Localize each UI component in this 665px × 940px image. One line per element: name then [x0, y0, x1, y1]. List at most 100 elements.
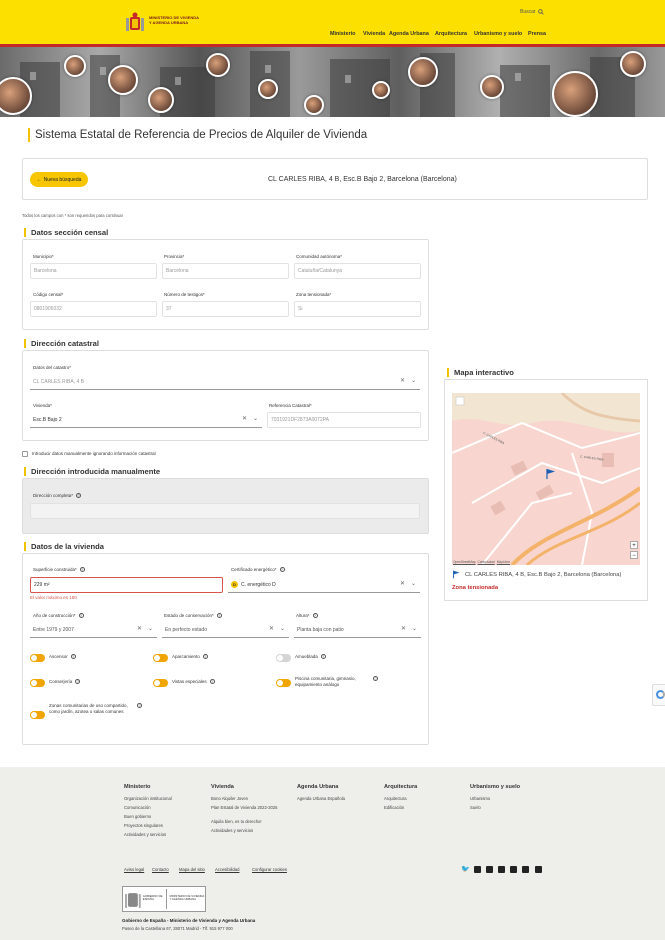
help-icon[interactable]: ? [312, 613, 318, 618]
new-search-button[interactable]: ← Nueva búsqueda [30, 172, 88, 187]
footer-link-accesibilidad[interactable]: Accesibilidad [215, 867, 239, 872]
attribution-osm[interactable]: OpenStreetMap [453, 560, 476, 564]
chevron-down-icon[interactable]: ⌄ [411, 377, 416, 384]
nav-ministerio[interactable]: Ministerio [330, 31, 355, 37]
help-icon[interactable]: ? [137, 703, 142, 708]
help-icon[interactable]: ? [78, 613, 84, 618]
help-icon[interactable]: ? [216, 613, 222, 618]
linkedin-icon[interactable] [522, 866, 529, 873]
chevron-down-icon[interactable]: ⌄ [148, 625, 153, 632]
footer-col-ministerio-item[interactable]: Proyectos singulares [124, 823, 163, 828]
footer-col-agenda-title[interactable]: Agenda Urbana [297, 784, 338, 790]
footer-col-ministerio-item[interactable]: Actividades y servicios [124, 832, 166, 837]
catastro-value: CL CARLES RIBA, 4 B [33, 378, 84, 385]
facebook-icon[interactable] [486, 866, 493, 873]
footer-col-arquitectura-title[interactable]: Arquitectura [384, 784, 417, 790]
footer-col-vivienda-item[interactable]: Actividades y servicios [211, 828, 253, 833]
chevron-down-icon[interactable]: ⌄ [412, 625, 417, 632]
help-icon[interactable]: ? [320, 654, 326, 659]
anio-select[interactable]: Entre 1979 y 2007 ✕ ⌄ [30, 622, 157, 638]
nav-urbanismo[interactable]: Urbanismo y suelo [474, 31, 522, 37]
flickr-icon[interactable] [535, 866, 542, 873]
estado-select[interactable]: En perfecto estado ✕ ⌄ [162, 622, 289, 638]
comunidad-field[interactable]: Cataluña/Catalunya [294, 263, 421, 279]
clear-icon[interactable]: ✕ [137, 625, 142, 632]
clear-icon[interactable]: ✕ [400, 580, 405, 587]
amueblada-toggle[interactable] [276, 654, 291, 662]
instagram-icon[interactable] [498, 866, 505, 873]
codigo-censal-field[interactable]: 0801905032 [30, 301, 157, 317]
chevron-down-icon[interactable]: ⌄ [280, 625, 285, 632]
manual-checkbox[interactable] [22, 451, 28, 457]
help-icon[interactable]: ? [75, 679, 81, 684]
youtube-icon[interactable] [474, 866, 481, 873]
help-icon[interactable]: ? [209, 679, 215, 684]
superficie-input[interactable]: 229 m² [30, 577, 223, 593]
referencia-field[interactable]: 7031921DF2873A0072PA [267, 412, 421, 428]
footer-col-ministerio-item[interactable]: Comunicación [124, 805, 151, 810]
twitter-icon[interactable]: 🐦 [461, 866, 470, 873]
clear-icon[interactable]: ✕ [401, 625, 406, 632]
testigos-field[interactable]: 37 [162, 301, 289, 317]
zoom-in-button[interactable]: + [630, 541, 638, 549]
altura-select[interactable]: Planta baja con patio ✕ ⌄ [294, 622, 421, 638]
vistas-toggle[interactable] [153, 679, 168, 687]
vivienda-select[interactable]: Esc.B Bajo 2 ✕ ⌄ [30, 412, 262, 428]
help-icon[interactable]: ? [76, 493, 82, 498]
footer-link-cookies[interactable]: Configurar cookies [252, 867, 287, 872]
footer-col-vivienda-title[interactable]: Vivienda [211, 784, 234, 790]
help-icon[interactable]: ? [202, 654, 208, 659]
footer-col-ministerio-title[interactable]: Ministerio [124, 784, 150, 790]
attribution-maplibre[interactable]: MapLibre [497, 560, 510, 564]
zona-tensionada-field[interactable]: Si [294, 301, 421, 317]
footer-col-vivienda-item[interactable]: Bono Alquiler Joven [211, 796, 248, 801]
interactive-map[interactable]: C. CARLES RIBA C. CARLES RIBA + − OpenSt… [452, 393, 640, 565]
zoom-out-button[interactable]: − [630, 551, 638, 559]
help-icon[interactable]: ? [373, 676, 378, 681]
chevron-down-icon[interactable]: ⌄ [411, 580, 416, 587]
footer-link-aviso-legal[interactable]: Aviso legal [124, 867, 144, 872]
help-icon[interactable]: ? [79, 567, 85, 572]
footer-col-urbanismo-item[interactable]: Urbanismo [470, 796, 490, 801]
spain-crest-icon[interactable] [124, 12, 146, 34]
chevron-down-icon[interactable]: ⌄ [253, 415, 258, 422]
footer-col-arquitectura-item[interactable]: Arquitectura [384, 796, 407, 801]
zonas-comunitarias-toggle[interactable] [30, 711, 45, 719]
footer-col-vivienda-item[interactable]: Alquila bien, es tu derecho! [211, 819, 262, 824]
footer-col-agenda-item[interactable]: Agenda Urbana Española [297, 796, 345, 801]
clear-icon[interactable]: ✕ [242, 415, 247, 422]
nav-arquitectura[interactable]: Arquitectura [435, 31, 467, 37]
manual-checkbox-label[interactable]: Introducir datos manualmente ignorando i… [32, 451, 156, 456]
footer-col-urbanismo-title[interactable]: Urbanismo y suelo [470, 784, 520, 790]
catastro-select[interactable]: CL CARLES RIBA, 4 B ✕ ⌄ [30, 374, 420, 390]
municipio-field[interactable]: Barcelona [30, 263, 157, 279]
footer-col-arquitectura-item[interactable]: Edificación [384, 805, 404, 810]
nav-prensa[interactable]: Prensa [528, 31, 546, 37]
energy-badge: D [231, 581, 238, 588]
footer-col-ministerio-item[interactable]: Organización institucional [124, 796, 172, 801]
conserjeria-toggle[interactable] [30, 679, 45, 687]
location-flag-icon[interactable] [545, 468, 557, 480]
clear-icon[interactable]: ✕ [400, 377, 405, 384]
aparcamiento-toggle[interactable] [153, 654, 168, 662]
footer-link-contacto[interactable]: Contacto [152, 867, 169, 872]
nav-vivienda[interactable]: Vivienda [363, 31, 385, 37]
ministry-logo-text[interactable]: MINISTERIO DE VIVIENDA Y AGENDA URBANA [149, 15, 199, 25]
clear-icon[interactable]: ✕ [269, 625, 274, 632]
recaptcha-badge[interactable] [652, 684, 665, 706]
attribution-cartociudad[interactable]: Cartociudad [478, 560, 495, 564]
ascensor-toggle[interactable] [30, 654, 45, 662]
certificado-select[interactable]: D C. energético D ✕ ⌄ [228, 577, 420, 593]
footer-col-ministerio-item[interactable]: Buen gobierno [124, 814, 151, 819]
footer-col-vivienda-item[interactable]: Plan Estatal de Vivienda 2022-2025 [211, 805, 283, 810]
help-icon[interactable]: ? [70, 654, 76, 659]
provincia-field[interactable]: Barcelona [162, 263, 289, 279]
nav-agenda-urbana[interactable]: Agenda Urbana [389, 31, 429, 37]
footer-col-urbanismo-item[interactable]: Suelo [470, 805, 481, 810]
footer-link-mapa[interactable]: Mapa del sitio [179, 867, 205, 872]
help-icon[interactable]: ? [279, 567, 285, 572]
telegram-icon[interactable] [510, 866, 517, 873]
gov-logo[interactable]: GOBIERNO DE ESPAÑA MINISTERIO DE VIVIEND… [122, 886, 206, 912]
search-link[interactable]: Buscar [520, 9, 544, 15]
piscina-toggle[interactable] [276, 679, 291, 687]
